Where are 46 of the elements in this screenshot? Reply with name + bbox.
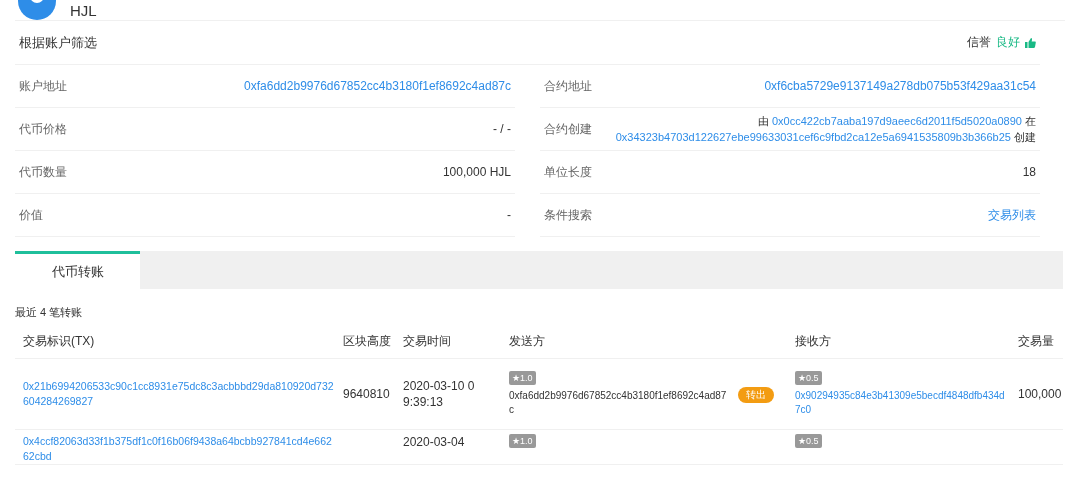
rating-badge: ★1.0 — [509, 371, 536, 385]
column-header: 发送方 — [508, 332, 546, 350]
address-link[interactable]: 交易列表 — [988, 206, 1036, 224]
field-label: 条件搜索 — [544, 206, 592, 224]
address-link[interactable]: 0x0cc422cb7aaba197d9aeec6d2011f5d5020a0890 — [771, 115, 1022, 127]
tx-hash-link[interactable]: 0x21b6994206533c90c1cc8931e75dc8c3acbbbd29da810920d732604284269827 — [23, 379, 335, 409]
field-value: - / - — [493, 122, 511, 136]
rating-badge: ★0.5 — [795, 434, 822, 448]
column-header: 接收方 — [794, 332, 832, 350]
creation-text: 由 — [757, 115, 769, 127]
thumbs-up-icon — [1025, 37, 1036, 48]
column-header: 交易量 — [1017, 332, 1055, 350]
column-header: 交易标识(TX) — [22, 332, 96, 350]
filter-title: 根据账户筛选 — [19, 33, 97, 52]
field-label: 价值 — [19, 206, 43, 224]
field-value: 100,000 HJL — [442, 165, 511, 179]
field-label: 账户地址 — [19, 77, 67, 95]
address-link[interactable]: 0x34323b4703d122627ebe99633031cef6c9fbd2ca12e5a6941535809b3b366b25 — [615, 131, 1011, 143]
direction-badge: 转出 — [738, 386, 774, 403]
column-header: 区块高度 — [342, 332, 392, 350]
field-value: - — [507, 208, 511, 222]
field-label: 单位长度 — [544, 163, 592, 181]
reputation-label: 信誉 — [967, 34, 991, 51]
sender-address: 0xfa6dd2b9976d67852cc4b3180f1ef8692c4ad87c — [509, 389, 728, 417]
receiver-address-link[interactable]: 0x90294935c84e3b41309e5becdf4848dfb434d7c0 — [795, 389, 1010, 417]
amount: 100,000 — [1018, 387, 1062, 401]
field-label: 合约创建 — [544, 120, 592, 138]
address-link[interactable]: 0xfa6dd2b9976d67852cc4b3180f1ef8692c4ad87c — [244, 79, 511, 93]
field-label: 代币数量 — [19, 163, 67, 181]
column-header: 交易时间 — [402, 332, 452, 350]
timestamp: 2020-03-04 — [403, 435, 465, 449]
timestamp: 2020-03-10 09:39:13 — [403, 379, 475, 409]
block-height-link[interactable]: 9640810 — [343, 387, 390, 401]
rating-badge: ★0.5 — [795, 371, 822, 385]
token-title: HJL — [70, 2, 97, 20]
field-label: 合约地址 — [544, 77, 592, 95]
address-link[interactable]: 0xf6cba5729e9137149a278db075b53f429aa31c54 — [764, 79, 1036, 93]
rating-badge: ★1.0 — [509, 434, 536, 448]
tab[interactable]: 代币转账 — [15, 251, 140, 289]
field-label: 代币价格 — [19, 120, 67, 138]
tx-hash-link[interactable]: 0x4ccf82063d33f1b375df1c0f16b06f9438a64bcbb927841cd4e66262cbd — [23, 434, 335, 464]
creation-text: 创建 — [1014, 131, 1036, 143]
creation-text: 在 — [1025, 115, 1036, 127]
transfer-summary: 最近 4 笔转账 — [15, 305, 84, 320]
reputation-value: 良好 — [996, 34, 1020, 51]
field-value: 18 — [1022, 165, 1036, 179]
